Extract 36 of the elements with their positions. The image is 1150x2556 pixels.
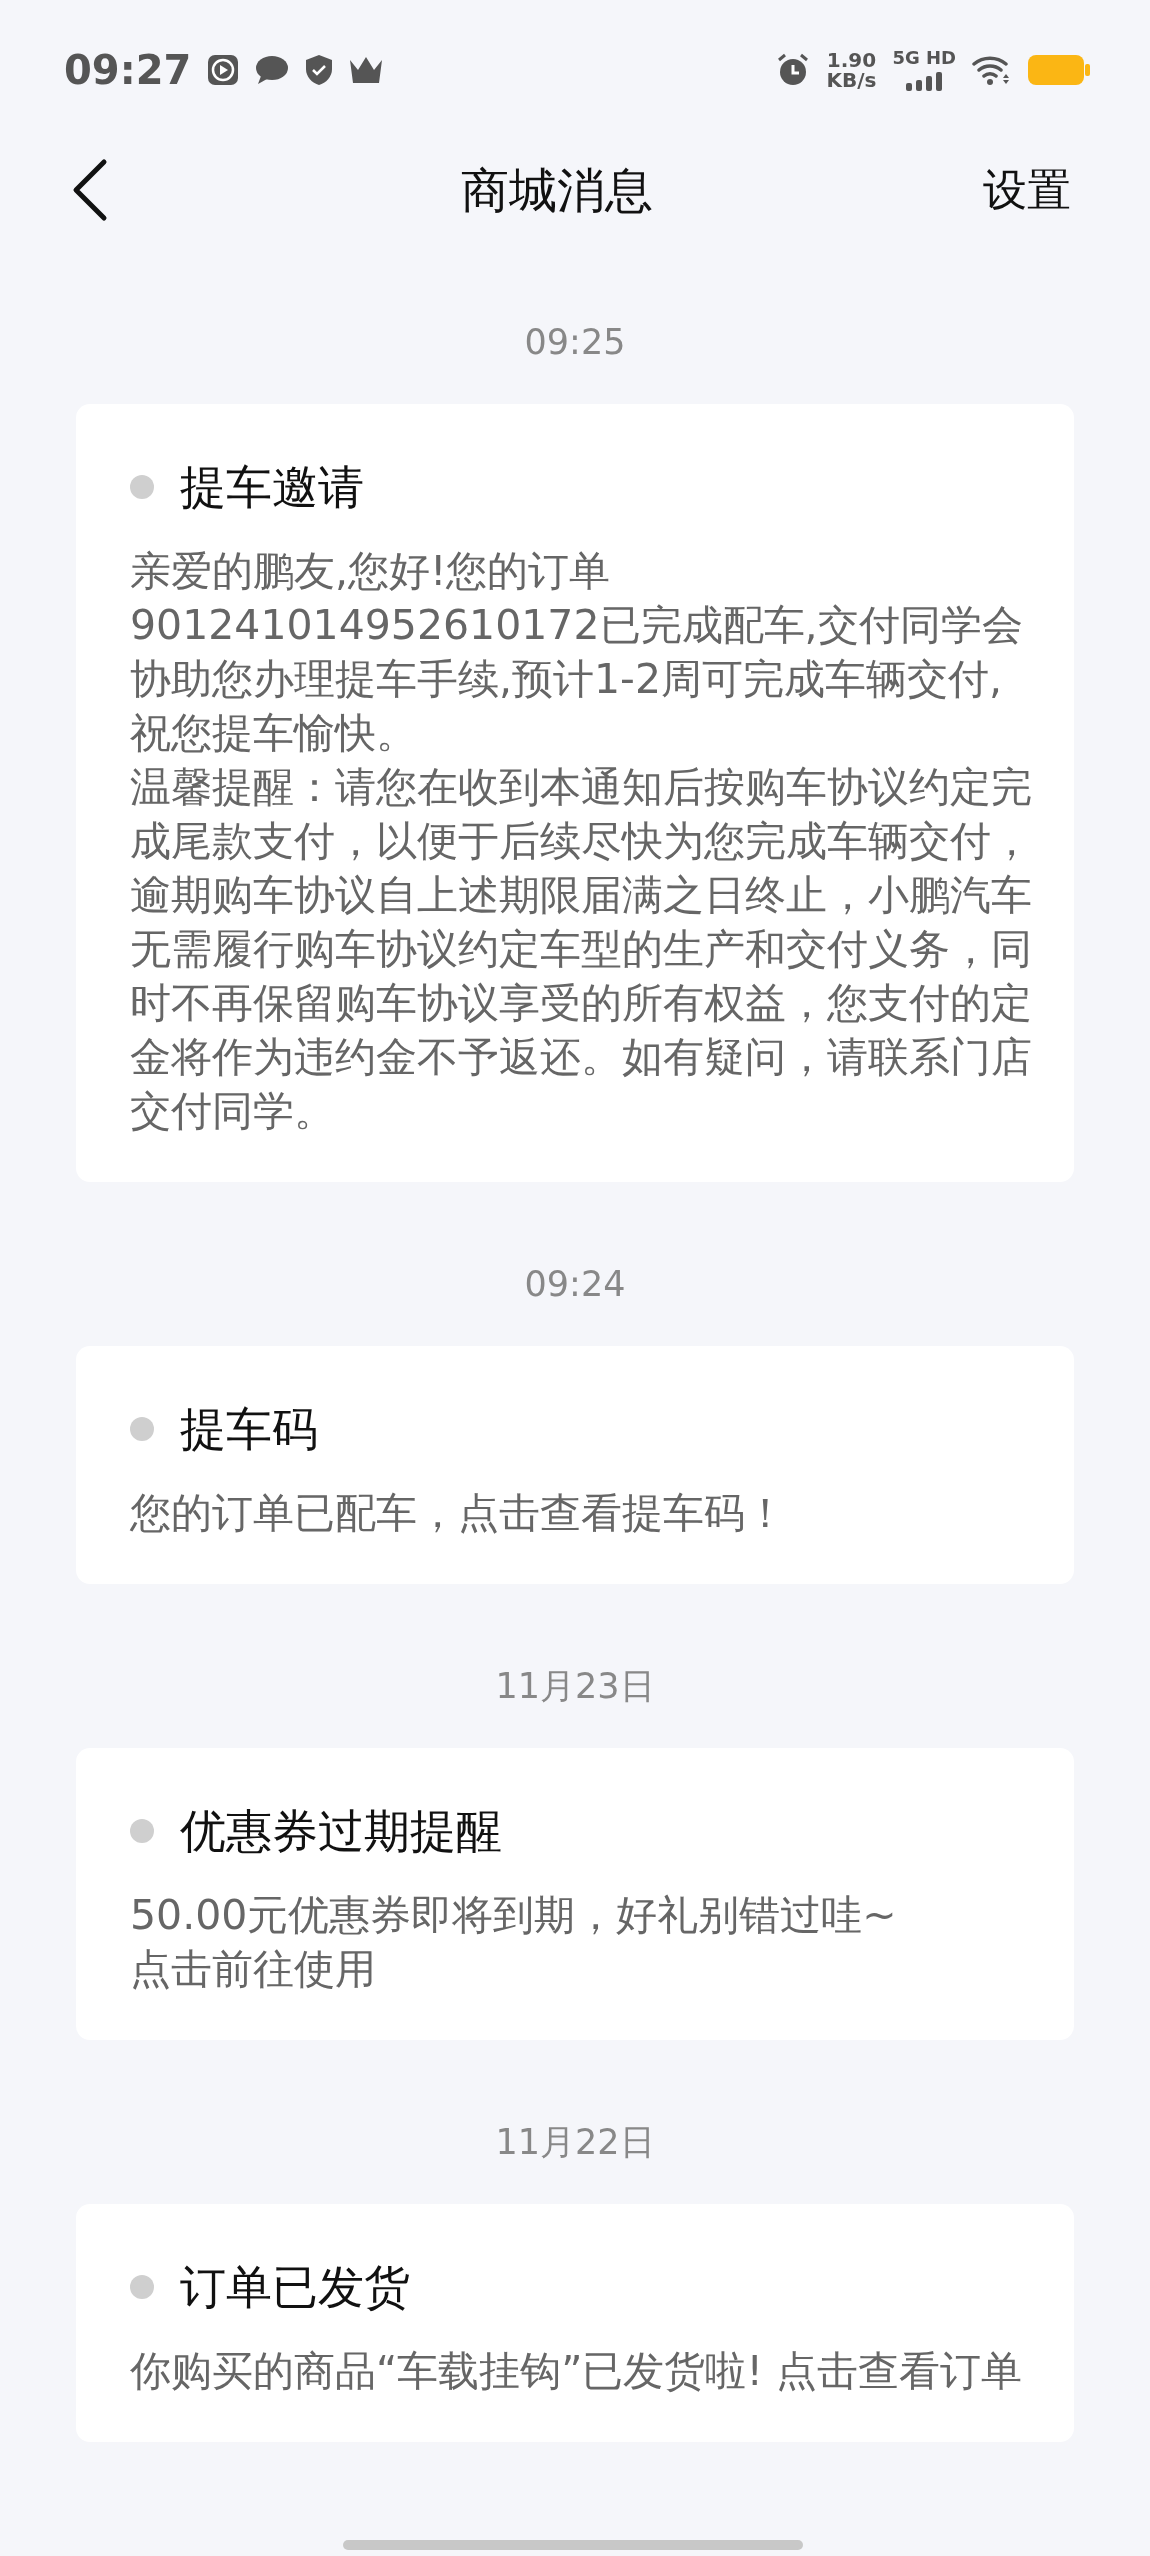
message-text: 你购买的商品“车载挂钩”已发货啦! 点击查看订单 bbox=[130, 2346, 1023, 2397]
message-title: 提车码 bbox=[180, 1402, 318, 1456]
status-dot bbox=[130, 2275, 154, 2299]
page-title: 商城消息 bbox=[460, 161, 653, 220]
chat-bubble-icon bbox=[255, 55, 290, 85]
status-dot bbox=[130, 475, 154, 499]
message-card[interactable]: 提车码 您的订单已配车，点击查看提车码！ bbox=[76, 1346, 1074, 1584]
message-card[interactable]: 订单已发货 你购买的商品“车载挂钩”已发货啦! 点击查看订单 bbox=[76, 2204, 1074, 2442]
signal-icon bbox=[904, 71, 945, 91]
alarm-icon bbox=[776, 53, 811, 87]
wifi-icon bbox=[972, 54, 1012, 86]
message-card[interactable] bbox=[76, 404, 1074, 1182]
message-title: 订单已发货 bbox=[180, 2260, 410, 2314]
speed-value: 1.90 bbox=[826, 50, 877, 70]
status-dot bbox=[130, 1819, 154, 1843]
settings-button[interactable]: 设置 bbox=[983, 157, 1071, 223]
message-timestamp: 09:25 bbox=[523, 322, 627, 362]
message-text: 点击前往使用 bbox=[130, 1944, 377, 1995]
status-time: 09:27 bbox=[64, 46, 192, 95]
battery-icon bbox=[1028, 55, 1090, 85]
crown-icon bbox=[349, 56, 384, 84]
play-icon bbox=[207, 54, 240, 86]
network-label: 5G HD bbox=[892, 49, 956, 67]
message-text: 亲爱的鹏友,您好!您的订单901241014952610172已完成配车,交付同学会协助您办理提车手续,预计1-2周可完成车辆交付,祝您提车愉快。 bbox=[130, 546, 1024, 759]
message-timestamp: 11月22日 bbox=[494, 2122, 656, 2162]
message-timestamp: 11月23日 bbox=[494, 1666, 656, 1706]
status-dot bbox=[130, 1417, 154, 1441]
speed-unit: KB/s bbox=[826, 70, 877, 90]
message-text: 温馨提醒：请您在收到本通知后按购车协议约定完成尾款支付，以便于后续尽快为您完成车辆交付，逾期购车协议自上述期限届满之日终止，小鹏汽车无需履行购车协议约定车型的生产和交付义务，同时不再保留购车协议享受的所有权益，您支付的定金将作为违约金不予返还。如有疑问，请联系门店交付同学。 bbox=[130, 762, 1033, 1137]
message-title: 提车邀请 bbox=[180, 460, 364, 514]
message-text: 您的订单已配车，点击查看提车码！ bbox=[130, 1488, 787, 1539]
message-timestamp: 09:24 bbox=[523, 1264, 627, 1304]
shield-icon bbox=[305, 54, 334, 86]
message-text: 50.00元优惠券即将到期，好礼别错过哇~ bbox=[130, 1890, 898, 1941]
message-card[interactable]: 优惠券过期提醒 50.00元优惠券即将到期，好礼别错过哇~ 点击前往使用 bbox=[76, 1748, 1074, 2040]
message-title: 优惠券过期提醒 bbox=[180, 1804, 502, 1858]
